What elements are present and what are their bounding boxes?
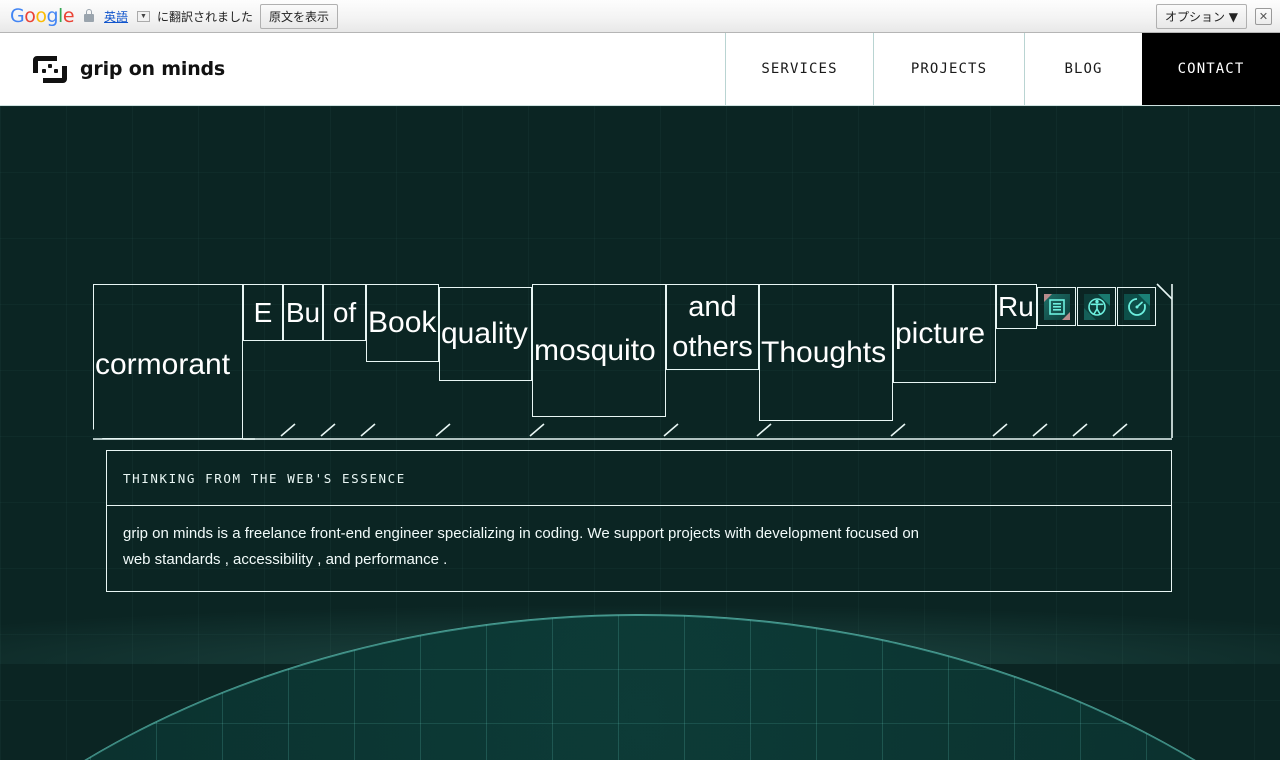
word-box-bu[interactable]: Bu	[283, 284, 323, 341]
nav-item-contact[interactable]: CONTACT	[1142, 33, 1280, 105]
google-translate-bar: Google 英語 ▼ に翻訳されました 原文を表示 オプション ▼ ✕	[0, 0, 1280, 33]
close-icon[interactable]: ✕	[1255, 8, 1272, 25]
caption-line-2: web standards , accessibility , and perf…	[123, 547, 1155, 573]
word-label: quality	[441, 317, 528, 351]
word-box-thoughts[interactable]: Thoughts	[759, 284, 893, 421]
word-label: Bu	[286, 297, 320, 329]
nav-item-blog[interactable]: BLOG	[1024, 33, 1142, 105]
word-label: of	[333, 297, 356, 329]
caption-panels: THINKING FROM THE WEB'S ESSENCE grip on …	[106, 450, 1172, 592]
web-standards-icon[interactable]	[1037, 287, 1076, 326]
hero-stage: cormorant E Bu of Book quality mosquito …	[0, 106, 1280, 760]
word-label: Ru	[998, 291, 1034, 323]
main-nav: SERVICES PROJECTS BLOG CONTACT	[725, 33, 1280, 105]
translate-bar-right: オプション ▼ ✕	[1156, 4, 1280, 29]
word-box-cormorant[interactable]: cormorant	[93, 284, 243, 439]
lock-icon	[83, 9, 95, 23]
word-box-book[interactable]: Book	[366, 284, 439, 362]
word-label: Thoughts	[761, 336, 886, 370]
accessibility-icon[interactable]	[1077, 287, 1116, 326]
caption-body: grip on minds is a freelance front-end e…	[106, 506, 1172, 592]
nav-item-services[interactable]: SERVICES	[725, 33, 873, 105]
nav-item-projects[interactable]: PROJECTS	[873, 33, 1024, 105]
google-logo: Google	[10, 5, 74, 27]
caption-heading: THINKING FROM THE WEB'S ESSENCE	[106, 450, 1172, 506]
translated-notice: に翻訳されました	[157, 8, 253, 25]
performance-icon[interactable]	[1117, 287, 1156, 326]
word-box-quality[interactable]: quality	[439, 287, 532, 381]
word-box-of[interactable]: of	[323, 284, 366, 341]
chevron-down-icon[interactable]: ▼	[137, 11, 150, 22]
translate-bar-left: Google 英語 ▼ に翻訳されました 原文を表示	[0, 4, 338, 29]
word-box-ru[interactable]: Ru	[996, 284, 1037, 329]
word-label: picture	[895, 317, 985, 351]
brand-name: grip on minds	[80, 58, 225, 80]
site-header: grip on minds SERVICES PROJECTS BLOG CON…	[0, 33, 1280, 106]
word-label: Book	[368, 306, 436, 340]
show-original-button[interactable]: 原文を表示	[260, 4, 338, 29]
word-label: mosquito	[534, 334, 656, 368]
logo-mark-icon	[33, 56, 67, 83]
word-label: others	[672, 331, 753, 364]
word-label: and	[688, 291, 736, 324]
brand[interactable]: grip on minds	[0, 33, 225, 105]
word-box-and-others[interactable]: and others	[666, 284, 759, 370]
word-box-mosquito[interactable]: mosquito	[532, 284, 666, 417]
source-language-link[interactable]: 英語	[104, 8, 128, 25]
word-box-e[interactable]: E	[243, 284, 283, 341]
word-box-diagram: cormorant E Bu of Book quality mosquito …	[0, 106, 1280, 760]
options-button[interactable]: オプション ▼	[1156, 4, 1247, 29]
word-label: E	[254, 297, 273, 329]
caption-line-1: grip on minds is a freelance front-end e…	[123, 521, 1155, 547]
word-label: cormorant	[95, 348, 230, 382]
word-box-picture[interactable]: picture	[893, 284, 996, 383]
